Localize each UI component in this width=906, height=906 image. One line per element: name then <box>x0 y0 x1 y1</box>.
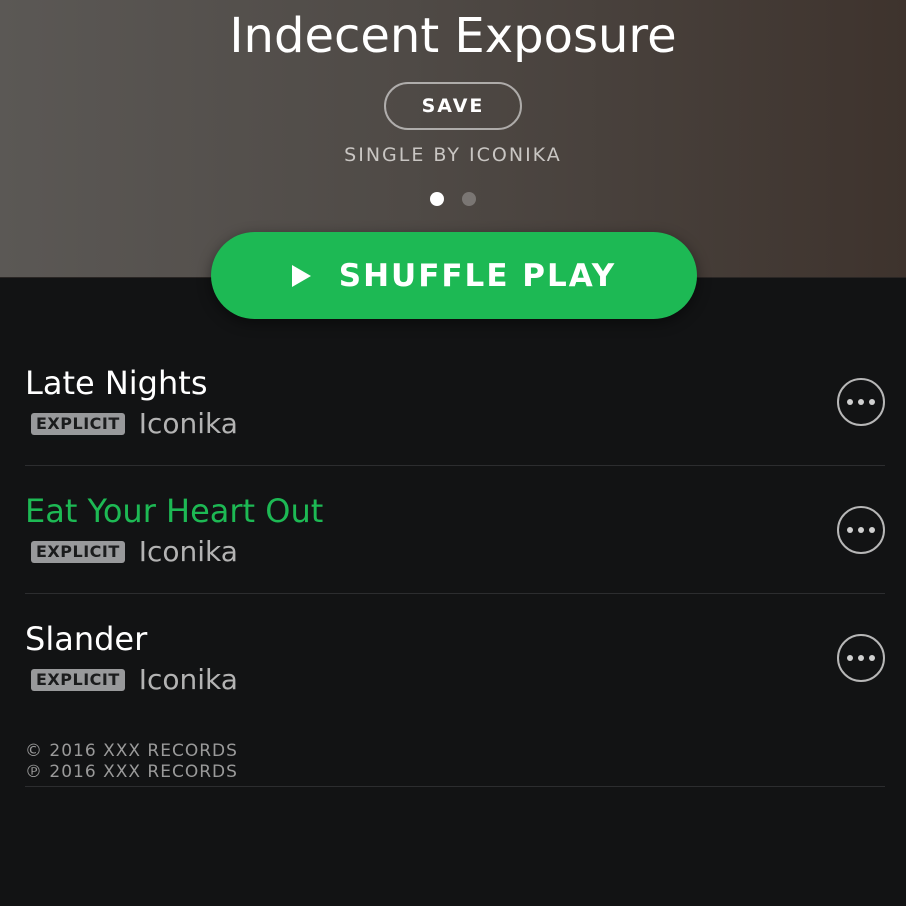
more-options-icon[interactable] <box>837 506 885 554</box>
album-subtitle: SINGLE BY ICONIKA <box>344 144 562 166</box>
more-options-icon[interactable] <box>837 634 885 682</box>
track-title: Slander <box>25 620 148 658</box>
shuffle-play-button[interactable]: SHUFFLE PLAY <box>211 232 697 319</box>
explicit-badge: EXPLICIT <box>31 669 125 691</box>
shuffle-play-label: SHUFFLE PLAY <box>338 257 617 294</box>
track-artist: Iconika <box>138 535 238 568</box>
track-meta: EXPLICIT Iconika <box>31 536 238 568</box>
save-button[interactable]: SAVE <box>384 82 522 130</box>
track-artist: Iconika <box>138 407 238 440</box>
more-options-icon[interactable] <box>837 378 885 426</box>
page-indicator <box>0 192 906 206</box>
explicit-badge: EXPLICIT <box>31 541 125 563</box>
copyright-text: © 2016 XXX RECORDS <box>25 741 238 761</box>
album-title: Indecent Exposure <box>229 8 677 64</box>
page-dot-2[interactable] <box>462 192 476 206</box>
track-title: Late Nights <box>25 364 208 402</box>
page-dot-1[interactable] <box>430 192 444 206</box>
phonogram-text: ℗ 2016 XXX RECORDS <box>25 762 238 782</box>
album-footer: © 2016 XXX RECORDS ℗ 2016 XXX RECORDS <box>25 741 885 787</box>
track-list: Late Nights EXPLICIT Iconika Eat Your He… <box>25 338 885 721</box>
track-row[interactable]: Slander EXPLICIT Iconika <box>25 594 885 721</box>
explicit-badge: EXPLICIT <box>31 413 125 435</box>
track-meta: EXPLICIT Iconika <box>31 408 238 440</box>
track-title-now-playing: Eat Your Heart Out <box>25 492 324 530</box>
play-icon <box>291 264 311 287</box>
track-row[interactable]: Eat Your Heart Out EXPLICIT Iconika <box>25 466 885 594</box>
track-meta: EXPLICIT Iconika <box>31 664 238 696</box>
track-row[interactable]: Late Nights EXPLICIT Iconika <box>25 338 885 466</box>
track-artist: Iconika <box>138 663 238 696</box>
album-screen: Indecent Exposure SAVE SINGLE BY ICONIKA… <box>0 0 906 906</box>
